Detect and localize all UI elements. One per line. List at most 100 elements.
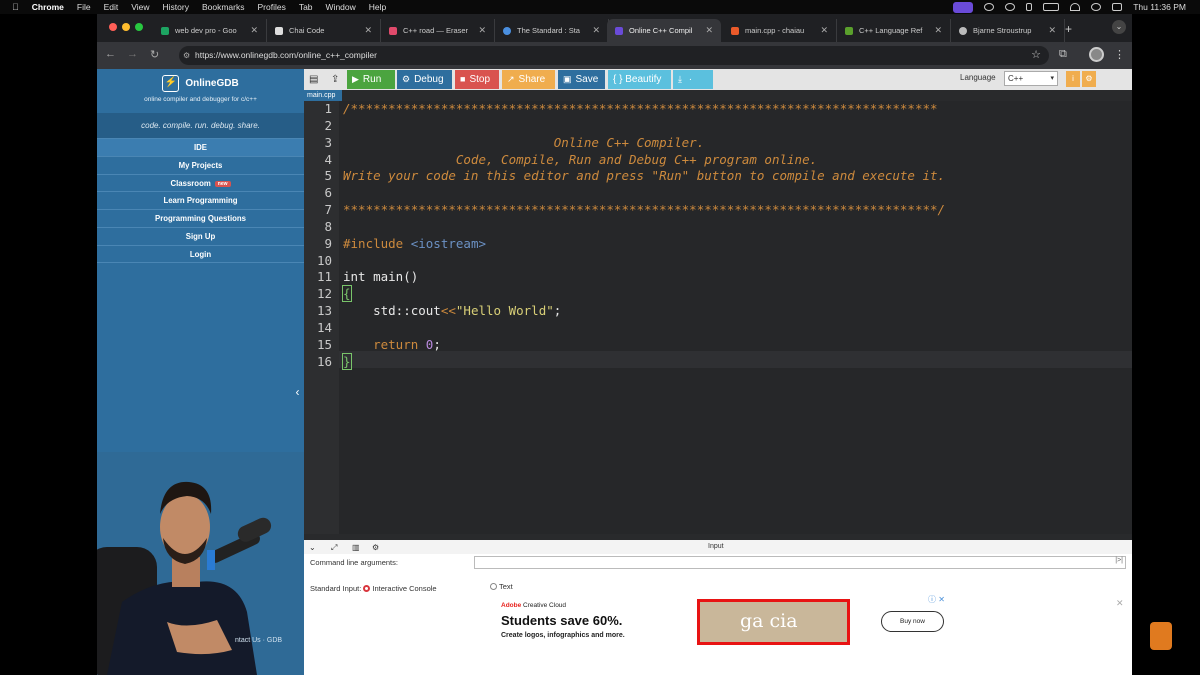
ad-image[interactable]: ga cia xyxy=(697,599,850,645)
tab-search-button[interactable]: ⌄ xyxy=(1112,20,1126,34)
language-select[interactable]: C++ ▾ xyxy=(1004,71,1058,86)
tab-the-standard[interactable]: The Standard : Sta ✕ xyxy=(495,19,609,42)
reload-icon[interactable]: ↻ xyxy=(150,48,159,61)
sidebar-item-my-projects[interactable]: My Projects xyxy=(97,155,304,174)
back-icon[interactable]: ← xyxy=(105,48,116,60)
tab-close-icon[interactable]: ✕ xyxy=(820,25,828,36)
code-editor[interactable]: 1 2 3 4 5 6 7 8 9 10 11 12 13 14 15 16 /… xyxy=(304,101,1132,534)
include-header: <iostream> xyxy=(410,236,486,251)
profile-avatar[interactable] xyxy=(1089,47,1104,62)
control-center-icon[interactable] xyxy=(1112,3,1123,11)
sidebar-footer[interactable]: ntact Us · GDB xyxy=(235,637,282,644)
tab-close-icon[interactable]: ✕ xyxy=(592,25,600,36)
tab-close-icon[interactable]: ✕ xyxy=(934,25,942,36)
messenger-icon[interactable] xyxy=(1005,3,1016,11)
sidebar-item-label: IDE xyxy=(194,143,207,152)
menu-tab[interactable]: Tab xyxy=(299,2,313,12)
sidebar-item-sign-up[interactable]: Sign Up xyxy=(97,226,304,245)
window-zoom-button[interactable] xyxy=(135,23,143,31)
tab-bjarne-stroustrup[interactable]: Bjarne Stroustrup ✕ xyxy=(951,19,1065,42)
ad-info-icon[interactable]: ⓘ ✕ xyxy=(928,594,945,605)
tab-close-icon[interactable]: ✕ xyxy=(250,25,258,36)
code-line-7: ****************************************… xyxy=(343,202,946,217)
layout-icon[interactable]: ▥ xyxy=(352,543,360,552)
forward-icon[interactable]: → xyxy=(127,48,138,60)
command-line-input[interactable]: |>| xyxy=(474,556,1126,569)
screen-recorder-icon[interactable] xyxy=(953,1,974,13)
debug-icon: ⚙ xyxy=(402,74,411,84)
include-directive: #include xyxy=(343,236,411,251)
line-number: 10 xyxy=(316,253,332,268)
panel-settings-icon[interactable]: ⚙ xyxy=(372,543,379,552)
menu-bookmarks[interactable]: Bookmarks xyxy=(202,2,245,12)
tab-close-icon[interactable]: ✕ xyxy=(364,25,372,36)
bluetooth-icon[interactable] xyxy=(1026,3,1033,11)
file-tab-main-cpp[interactable]: main.cpp xyxy=(304,90,342,101)
upload-button[interactable]: ⇪ xyxy=(326,70,343,89)
debug-button[interactable]: ⚙ Debug xyxy=(397,70,452,89)
url-bar[interactable]: ⚙ https://www.onlinegdb.com/online_c++_c… xyxy=(179,46,1049,65)
new-file-button[interactable]: ▤ xyxy=(304,70,321,89)
info-button[interactable]: i xyxy=(1066,71,1080,87)
tab-main-cpp[interactable]: main.cpp - chaiau ✕ xyxy=(723,19,837,42)
battery-icon[interactable] xyxy=(1043,3,1060,11)
search-icon[interactable] xyxy=(1091,3,1102,11)
window-close-button[interactable] xyxy=(109,23,117,31)
tab-web-dev-pro[interactable]: web dev pro - Goo ✕ xyxy=(153,19,267,42)
tab-chai-code[interactable]: Chai Code ✕ xyxy=(267,19,381,42)
extensions-icon[interactable]: ⧉ xyxy=(1059,48,1067,61)
stream-operator: << xyxy=(440,303,456,318)
menu-edit[interactable]: Edit xyxy=(104,2,119,12)
tab-close-icon[interactable]: ✕ xyxy=(1048,25,1056,36)
beautify-button[interactable]: { } Beautify xyxy=(608,70,671,89)
collapse-sidebar-button[interactable]: ‹ xyxy=(291,374,304,410)
save-button[interactable]: ▣ Save xyxy=(558,70,605,89)
run-button[interactable]: ▶ Run xyxy=(347,70,395,89)
menu-app-name[interactable]: Chrome xyxy=(32,2,64,12)
tab-eraser[interactable]: C++ road — Eraser ✕ xyxy=(381,19,495,42)
text-option[interactable]: Text xyxy=(490,582,513,591)
tab-close-icon[interactable]: ✕ xyxy=(705,25,713,36)
sidebar-item-login[interactable]: Login xyxy=(97,244,304,263)
chrome-menu-icon[interactable]: ⋮ xyxy=(1114,48,1125,61)
tab-title: C++ Language Ref xyxy=(859,26,923,35)
tab-cpp-language-ref[interactable]: C++ Language Ref ✕ xyxy=(837,19,951,42)
lightning-icon: ⚡ xyxy=(162,75,180,92)
sidebar-item-programming-questions[interactable]: Programming Questions xyxy=(97,209,304,227)
close-icon[interactable]: ✕ xyxy=(1116,598,1124,609)
share-button[interactable]: ↗ Share xyxy=(502,70,555,89)
debug-label: Debug xyxy=(414,74,444,85)
menu-help[interactable]: Help xyxy=(369,2,386,12)
sidebar-item-classroom[interactable]: Classroom new xyxy=(97,173,304,192)
command-line-label: Command line arguments: xyxy=(310,558,398,567)
download-button[interactable]: ⤓ · xyxy=(673,70,713,89)
menu-history[interactable]: History xyxy=(163,2,189,12)
save-label: Save xyxy=(575,74,599,85)
focus-icon[interactable] xyxy=(984,3,995,11)
site-logo[interactable]: ⚡ OnlineGDB online compiler and debugger… xyxy=(97,69,304,113)
menu-profiles[interactable]: Profiles xyxy=(257,2,285,12)
advertisement[interactable]: Adobe Creative Cloud Students save 60%. … xyxy=(491,594,947,650)
window-minimize-button[interactable] xyxy=(122,23,130,31)
settings-button[interactable]: ⚙ xyxy=(1082,71,1096,87)
menu-file[interactable]: File xyxy=(77,2,91,12)
sidebar-item-learn-programming[interactable]: Learn Programming xyxy=(97,191,304,209)
menu-window[interactable]: Window xyxy=(326,2,356,12)
tab-online-cpp-compiler[interactable]: Online C++ Compil ✕ xyxy=(607,19,721,42)
url-text: https://www.onlinegdb.com/online_c++_com… xyxy=(195,50,377,60)
maximize-panel-icon[interactable]: ⤢ xyxy=(331,543,337,553)
ad-brand-adobe: Adobe xyxy=(501,602,522,609)
text-radio[interactable] xyxy=(490,583,497,590)
interactive-console-radio[interactable] xyxy=(363,585,371,592)
bookmark-star-icon[interactable]: ☆ xyxy=(1031,46,1041,65)
tab-close-icon[interactable]: ✕ xyxy=(478,25,486,36)
stop-button[interactable]: ■ Stop xyxy=(455,70,499,89)
menu-view[interactable]: View xyxy=(131,2,149,12)
collapse-panel-icon[interactable]: ⌄ xyxy=(309,543,316,552)
wifi-icon[interactable] xyxy=(1070,3,1081,11)
apple-icon[interactable]:  xyxy=(12,2,19,12)
ad-buy-now-button[interactable]: Buy now xyxy=(881,611,944,632)
sidebar-item-ide[interactable]: IDE xyxy=(97,138,304,156)
site-info-icon[interactable]: ⚙ xyxy=(183,46,190,65)
new-tab-button[interactable]: + xyxy=(1065,22,1072,36)
